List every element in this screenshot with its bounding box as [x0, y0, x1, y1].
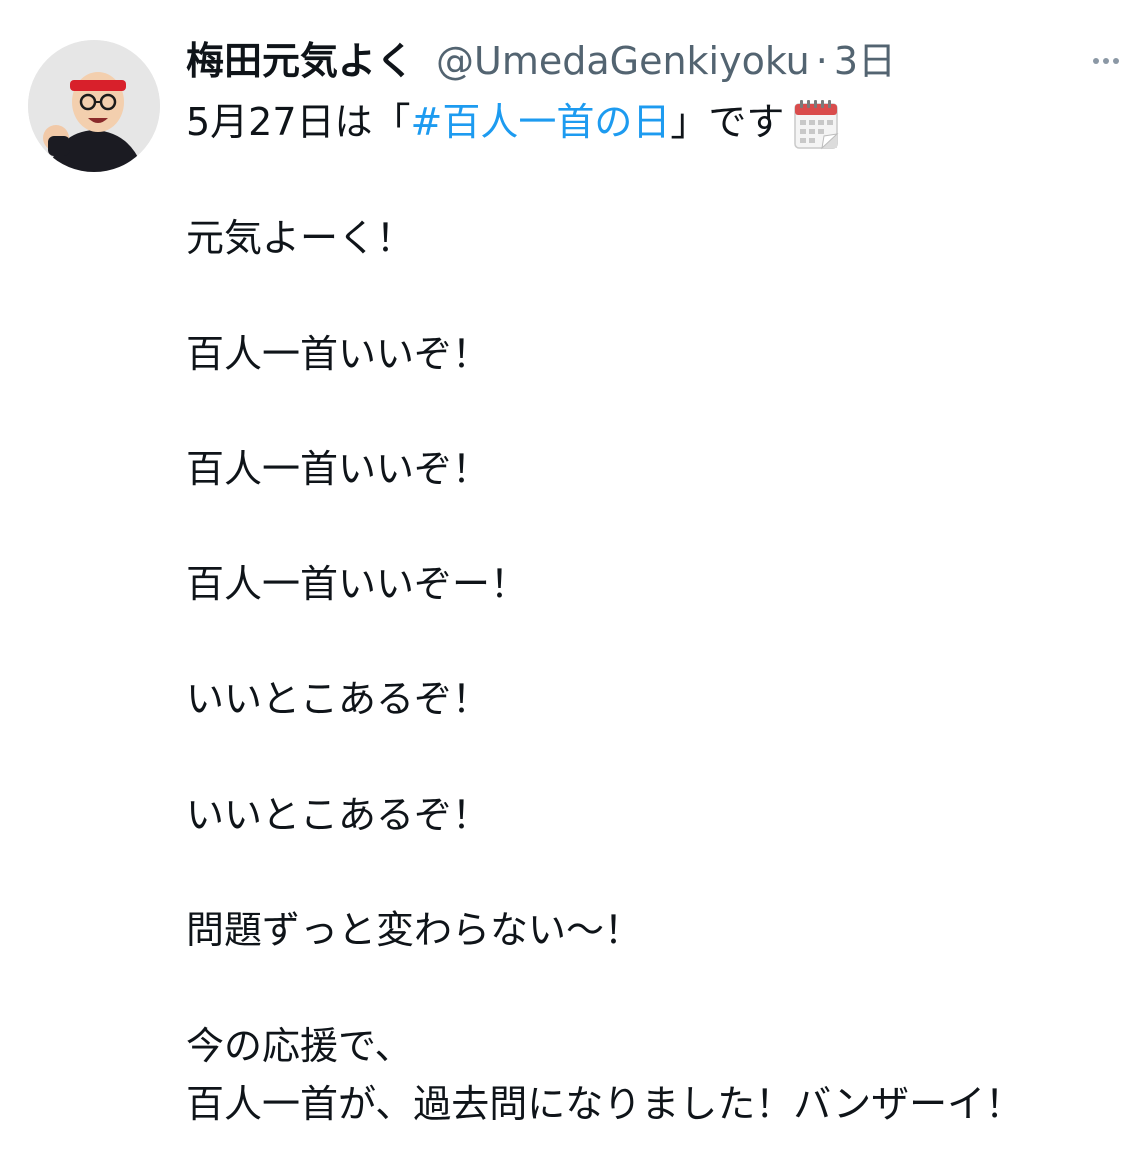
- avatar[interactable]: [28, 40, 160, 172]
- hashtag-link[interactable]: #百人一首の日: [411, 94, 671, 150]
- tweet-first-line: 5月27日は「 #百人一首の日 」です: [186, 94, 840, 150]
- tweet-header: 梅田元気よく @UmedaGenkiyoku · 3日: [186, 36, 896, 86]
- tweet-text-line: 百人一首が、過去問になりました！バンザーイ！: [186, 1082, 1024, 1126]
- tweet-text-line: 百人一首いいぞ！: [186, 332, 491, 376]
- tweet-text-line: 元気よーく！: [186, 216, 415, 260]
- tweet-text-line: 問題ずっと変わらない〜！: [186, 908, 643, 952]
- tweet-text-line: 百人一首いいぞ！: [186, 447, 491, 491]
- more-dot: [1113, 58, 1119, 64]
- more-options-icon[interactable]: [1089, 46, 1123, 76]
- user-handle[interactable]: @UmedaGenkiyoku: [436, 36, 810, 86]
- first-line-suffix: 」です: [670, 100, 785, 144]
- timestamp[interactable]: 3日: [834, 36, 896, 86]
- tweet-text-line: いいとこあるぞ！: [186, 677, 491, 721]
- more-dot: [1103, 58, 1109, 64]
- separator-dot: ·: [815, 39, 828, 83]
- tweet-text-line: 百人一首いいぞー！: [186, 562, 529, 606]
- first-line-prefix: 5月27日は「: [186, 100, 411, 144]
- calendar-icon: [792, 98, 840, 150]
- tweet-text-line: いいとこあるぞ！: [186, 793, 491, 837]
- display-name[interactable]: 梅田元気よく: [186, 36, 414, 86]
- more-dot: [1093, 58, 1099, 64]
- avatar-photo-icon: [28, 40, 160, 172]
- tweet-text-line: 今の応援で、: [186, 1024, 413, 1068]
- tweet: 梅田元気よく @UmedaGenkiyoku · 3日 5月27日は「 #百人一…: [0, 0, 1123, 1152]
